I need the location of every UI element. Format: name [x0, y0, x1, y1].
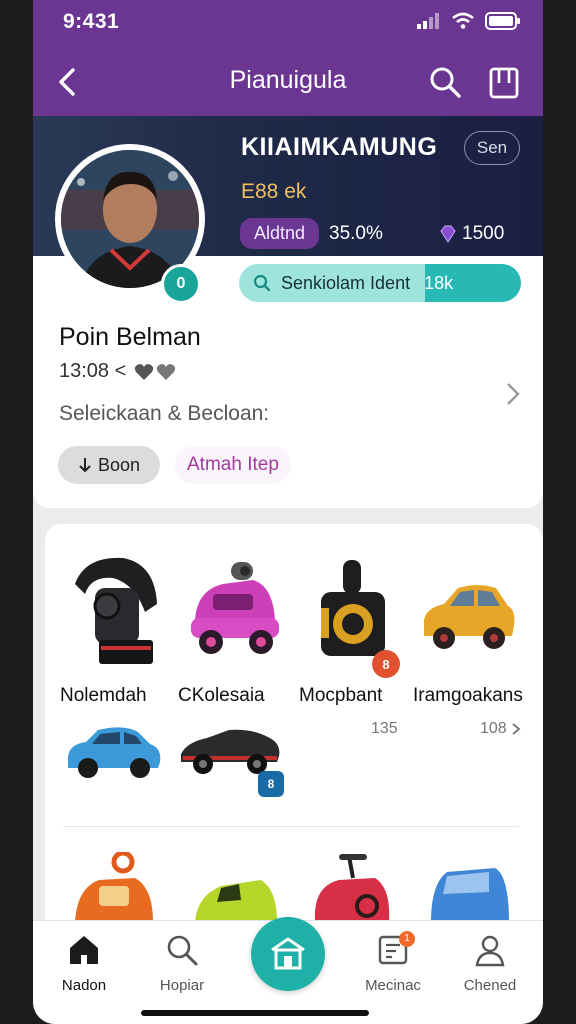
product-blue-van-icon[interactable] [425, 862, 515, 922]
primary-button[interactable]: Boon [58, 446, 160, 484]
bottom-nav: Nadon Hopiar Mecinac 1 Chened [33, 917, 543, 1024]
battery-icon [485, 12, 520, 30]
gem-balance: 1500 [438, 223, 504, 245]
search-icon [167, 935, 198, 966]
product-lime-car-icon[interactable] [191, 874, 281, 922]
product-count-b-value: 108 [480, 720, 507, 737]
divider [63, 826, 519, 827]
added-badge[interactable]: Aldtnd [240, 218, 320, 249]
home-indicator[interactable] [141, 1010, 369, 1016]
nav-label-profile: Chened [463, 977, 517, 994]
nav-label-home: Nadon [61, 977, 107, 994]
phone-screen: 9:431 Pianuigula KIIAIMKAMUNG Sen E88 ek… [33, 0, 543, 1024]
nav-item-search[interactable]: Hopiar [137, 921, 227, 1001]
feature-badge: 8 [258, 771, 284, 797]
notification-badge: 1 [399, 931, 415, 947]
nav-item-store[interactable] [251, 917, 325, 991]
nav-label-messages: Mecinac [365, 977, 421, 994]
product-helmet-icon[interactable] [65, 554, 165, 670]
profile-name: Poin Belman [59, 323, 201, 351]
signal-icon [417, 13, 439, 29]
status-icons [417, 12, 521, 30]
home-icon [70, 936, 98, 964]
percent-value: 35.0% [329, 223, 383, 244]
primary-button-label: Boon [97, 454, 141, 475]
heart-outline-icon[interactable] [156, 363, 176, 381]
search-label: Senkiolam Ident [281, 272, 411, 293]
nav-item-home[interactable]: Nadon [39, 921, 129, 1001]
wifi-icon [452, 12, 474, 29]
profile-search-bar[interactable]: Senkiolam Ident 18k [239, 264, 521, 302]
product-count-a: 135 [371, 720, 398, 737]
profile-icon [475, 935, 505, 967]
product-count-b[interactable]: 108 [480, 720, 521, 738]
avatar-status-badge: 0 [161, 264, 201, 304]
arrow-down-icon [79, 458, 91, 473]
product-blue-car-icon[interactable] [64, 722, 164, 784]
follower-count: E88 ek [241, 180, 307, 203]
page-title: Pianuigula [229, 66, 347, 94]
product-orange-car-icon[interactable] [69, 852, 159, 922]
product-controller-icon[interactable] [313, 558, 393, 662]
product-label-3: Mocpbant [299, 685, 383, 706]
product-label-1: Nolemdah [60, 685, 147, 706]
gem-icon [440, 225, 456, 243]
search-count: 18k [424, 272, 454, 293]
nav-item-profile[interactable]: Chened [445, 921, 535, 1001]
product-yellow-car-icon[interactable] [418, 580, 518, 656]
product-red-scooter-icon[interactable] [309, 852, 395, 922]
gem-value: 1500 [462, 223, 505, 244]
app-header: 9:431 Pianuigula [33, 0, 543, 116]
profile-meta-text: 13:08 < [59, 360, 127, 382]
product-pink-car-icon[interactable] [183, 560, 283, 664]
banner-username: KIIAIMKAMUNG [241, 133, 438, 161]
chevron-right-icon[interactable] [503, 380, 523, 408]
product-label-2: CKolesaia [178, 685, 265, 706]
secondary-button[interactable]: Atmah Itep [175, 446, 291, 484]
nav-label-search: Hopiar [159, 977, 205, 994]
product-label-4: Iramgoakans [413, 685, 523, 706]
store-icon [271, 937, 305, 970]
status-time: 9:431 [63, 10, 120, 33]
profile-section-label: Seleickaan & Becloan: [59, 402, 270, 425]
chevron-right-small-icon [512, 723, 521, 735]
search-button[interactable] [427, 64, 463, 100]
see-button[interactable]: Sen [464, 131, 520, 165]
search-icon [253, 274, 271, 292]
profile-meta: 13:08 < [59, 360, 176, 383]
shopping-bag-button[interactable] [486, 63, 522, 101]
heart-icon[interactable] [134, 363, 154, 381]
sale-badge: 8 [372, 650, 400, 678]
nav-item-messages[interactable]: Mecinac [348, 921, 438, 1001]
